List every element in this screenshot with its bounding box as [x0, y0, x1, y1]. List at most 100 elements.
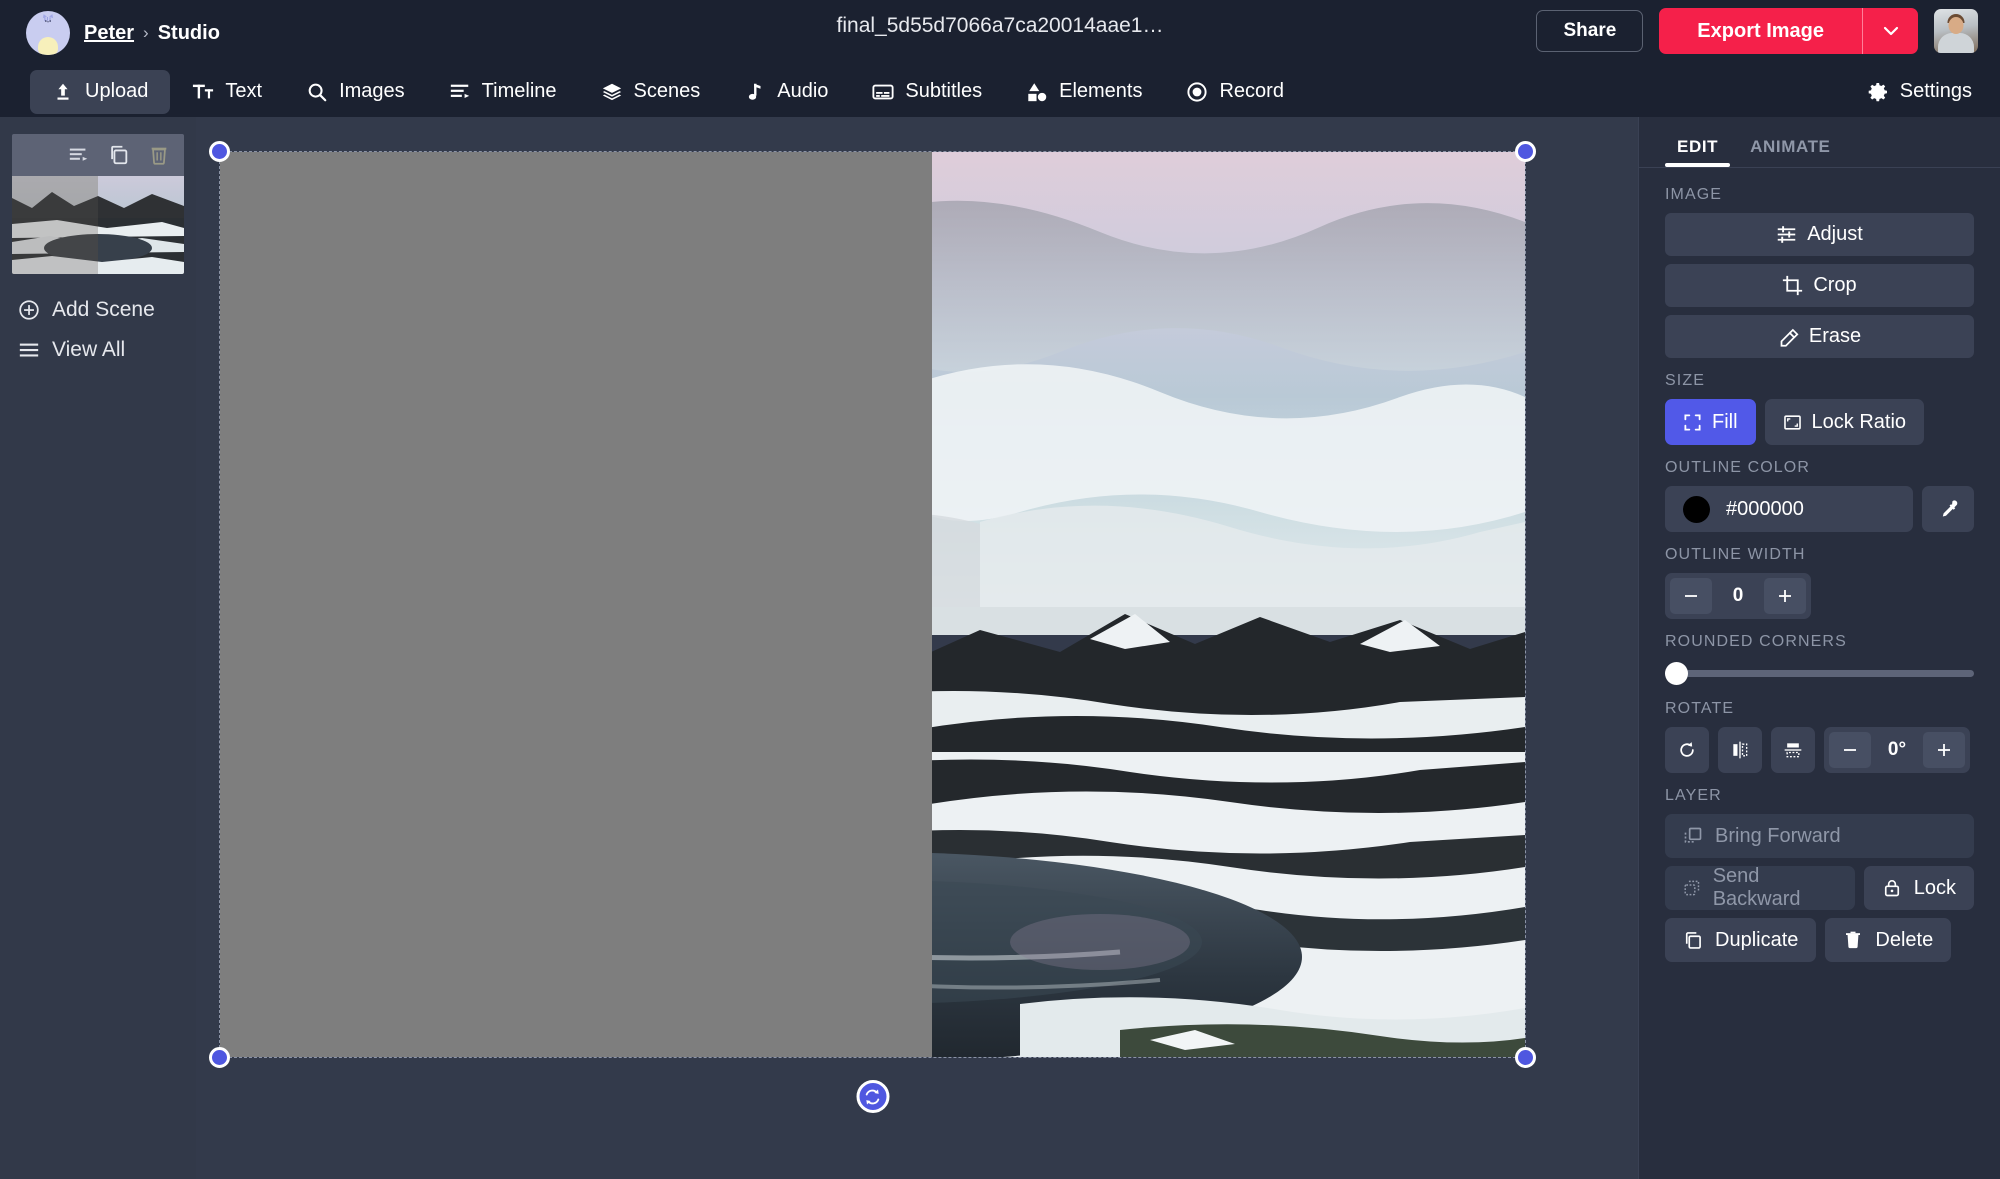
rotate-cw-button[interactable] — [1665, 727, 1709, 773]
flip-vertical-button[interactable] — [1771, 727, 1815, 773]
duplicate-icon[interactable] — [108, 144, 130, 166]
resize-handle-bottom-left[interactable] — [209, 1047, 230, 1068]
resize-handle-bottom-right[interactable] — [1515, 1047, 1536, 1068]
settings-button[interactable]: Settings — [1866, 80, 1972, 104]
flip-vertical-icon — [1784, 743, 1802, 758]
nav-item-elements[interactable]: Elements — [1004, 70, 1164, 114]
resize-handle-top-right[interactable] — [1515, 141, 1536, 162]
flip-horizontal-button[interactable] — [1718, 727, 1762, 773]
nav-item-upload[interactable]: Upload — [30, 69, 171, 114]
eyedropper-icon — [1942, 499, 1957, 516]
timeline-icon[interactable] — [68, 144, 90, 166]
fill-button[interactable]: Fill — [1665, 399, 1756, 445]
chevron-down-icon[interactable] — [1862, 8, 1918, 54]
tab-animate[interactable]: ANIMATE — [1738, 129, 1842, 167]
size-section-label: SIZE — [1665, 372, 1705, 389]
erase-button[interactable]: Erase — [1665, 315, 1974, 358]
nav-item-record[interactable]: Record — [1164, 70, 1305, 114]
resize-handle-top-left[interactable] — [209, 141, 230, 162]
selected-image-frame[interactable] — [209, 141, 1536, 1113]
cat-avatar[interactable] — [26, 11, 70, 55]
crop-label: Crop — [1813, 274, 1857, 296]
scene-thumbnail[interactable] — [12, 134, 184, 274]
user-avatar[interactable] — [1934, 9, 1978, 53]
trash-icon[interactable] — [148, 144, 170, 166]
scene-actions: Add Scene View All — [0, 298, 196, 362]
settings-label: Settings — [1899, 80, 1972, 102]
nav-label: Record — [1219, 80, 1284, 102]
lock-label: Lock — [1913, 876, 1956, 899]
cat-avatar-icon — [42, 14, 54, 23]
outline-color-field[interactable]: #000000 — [1665, 486, 1913, 532]
canvas-area[interactable] — [196, 117, 1638, 1179]
duplicate-delete-row: Duplicate Delete — [1665, 918, 1974, 962]
nav-label: Text — [225, 80, 263, 102]
color-swatch — [1683, 495, 1710, 523]
slider-knob[interactable] — [1665, 662, 1688, 685]
nav-item-images[interactable]: Images — [284, 70, 427, 114]
plus-icon — [1779, 590, 1791, 602]
layer-section-label: LAYER — [1665, 787, 1722, 804]
export-image-button[interactable]: Export Image — [1659, 8, 1862, 54]
user-avatar-torso — [1938, 33, 1974, 53]
share-button[interactable]: Share — [1536, 10, 1644, 52]
tab-edit[interactable]: EDIT — [1665, 129, 1731, 167]
upload-icon — [57, 83, 69, 100]
rotate-increment[interactable] — [1923, 732, 1965, 768]
fill-label: Fill — [1712, 410, 1738, 433]
nav-item-subtitles[interactable]: Subtitles — [850, 70, 1004, 114]
outline-width-increment[interactable] — [1764, 578, 1806, 614]
eraser-icon — [1780, 328, 1799, 347]
nav-label: Images — [339, 80, 405, 102]
lock-button[interactable]: Lock — [1863, 866, 1974, 910]
list-icon — [19, 343, 39, 357]
add-scene-button[interactable]: Add Scene — [18, 298, 196, 322]
document-title[interactable]: final_5d55d7066a7ca20014aae1… — [837, 14, 1164, 38]
plus-circle-icon — [19, 300, 39, 320]
shapes-icon — [1028, 82, 1047, 101]
nav-item-scenes[interactable]: Scenes — [579, 70, 723, 114]
rounded-corners-slider[interactable] — [1665, 660, 1974, 686]
aspect-ratio-icon — [1783, 414, 1801, 430]
rotate-section-label: ROTATE — [1665, 700, 1735, 717]
view-all-button[interactable]: View All — [18, 338, 196, 362]
size-row: Fill Lock Ratio — [1665, 399, 1974, 445]
eyedropper-button[interactable] — [1922, 486, 1974, 532]
scene-thumbnail-image — [12, 162, 184, 274]
nav-item-text[interactable]: Text — [170, 70, 284, 114]
outline-width-decrement[interactable] — [1670, 578, 1712, 614]
crop-button[interactable]: Crop — [1665, 264, 1974, 307]
lock-ratio-label: Lock Ratio — [1811, 410, 1907, 433]
adjust-button[interactable]: Adjust — [1665, 213, 1974, 256]
bring-forward-button[interactable]: Bring Forward — [1665, 814, 1974, 858]
nav-item-audio[interactable]: Audio — [722, 70, 850, 114]
send-backward-row: Send Backward Lock — [1665, 865, 1974, 910]
sliders-icon — [1777, 226, 1796, 243]
timeline-icon — [450, 84, 469, 98]
nav-item-timeline[interactable]: Timeline — [427, 70, 579, 114]
lock-icon — [1884, 880, 1899, 897]
bring-forward-row: Bring Forward — [1665, 814, 1974, 858]
send-backward-button[interactable]: Send Backward — [1665, 865, 1855, 910]
rotate-decrement[interactable] — [1829, 732, 1871, 768]
rotate-row: 0° — [1665, 727, 1974, 773]
rotate-stepper: 0° — [1824, 727, 1970, 773]
breadcrumb: Peter › Studio — [0, 11, 220, 55]
scenes-sidebar: Add Scene View All — [0, 117, 196, 1179]
rotate-handle[interactable] — [856, 1080, 889, 1113]
rounded-corners-label: ROUNDED CORNERS — [1665, 633, 1847, 650]
outline-width-label: OUTLINE WIDTH — [1665, 546, 1806, 563]
breadcrumb-separator: › — [143, 23, 149, 42]
duplicate-button[interactable]: Duplicate — [1665, 918, 1817, 962]
breadcrumb-user[interactable]: Peter — [84, 22, 134, 45]
lock-ratio-button[interactable]: Lock Ratio — [1764, 399, 1925, 445]
delete-button[interactable]: Delete — [1825, 918, 1952, 962]
rotate-value: 0° — [1887, 739, 1907, 760]
layers-icon — [602, 83, 621, 100]
outline-color-label: OUTLINE COLOR — [1665, 459, 1810, 476]
nav-label: Subtitles — [905, 80, 983, 102]
breadcrumb-current: Studio — [157, 21, 220, 44]
rotate-cw-icon — [1680, 742, 1694, 757]
delete-label: Delete — [1875, 928, 1934, 951]
canvas-image — [220, 152, 1525, 1057]
